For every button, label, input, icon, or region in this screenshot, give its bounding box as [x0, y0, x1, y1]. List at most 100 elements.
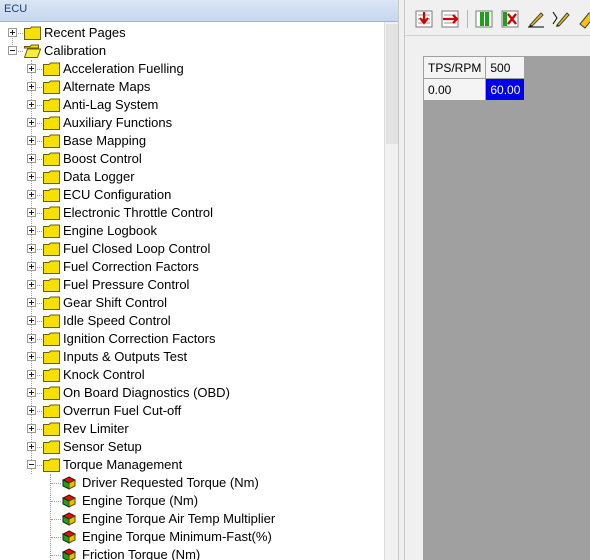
map-grid-area: TPS/RPM 500 0.00 60.00: [422, 56, 590, 560]
expand-icon[interactable]: [27, 172, 36, 181]
expand-icon[interactable]: [27, 280, 36, 289]
expand-icon[interactable]: [27, 424, 36, 433]
expand-icon[interactable]: [27, 388, 36, 397]
tree-leaf-label: Engine Torque (Nm): [82, 493, 199, 508]
expand-icon[interactable]: [8, 28, 17, 37]
expand-icon[interactable]: [27, 334, 36, 343]
tree-node-label: Anti-Lag System: [63, 97, 159, 112]
map-table: TPS/RPM 500 0.00 60.00: [422, 56, 526, 101]
tree-node-label: Sensor Setup: [63, 439, 142, 454]
map-cube-icon: [62, 548, 76, 560]
expand-icon[interactable]: [27, 262, 36, 271]
tree-node-label: Boost Control: [63, 151, 142, 166]
copy-icon[interactable]: [473, 8, 495, 30]
tree-node-label: Fuel Closed Loop Control: [63, 241, 211, 256]
vertical-scrollbar[interactable]: [384, 22, 398, 560]
expand-icon[interactable]: [27, 370, 36, 379]
folder-icon: [43, 278, 60, 292]
tree-node-label: Idle Speed Control: [63, 313, 171, 328]
folder-icon: [43, 440, 60, 454]
eraser-icon[interactable]: [577, 8, 590, 30]
tree-leaf-label: Engine Torque Air Temp Multiplier: [82, 511, 276, 526]
table-row-header[interactable]: 0.00: [422, 78, 487, 101]
table-column-header[interactable]: 500: [485, 56, 526, 79]
expand-icon[interactable]: [27, 406, 36, 415]
panel-title: ECU: [0, 0, 398, 22]
tree-node-label: ECU Configuration: [63, 187, 172, 202]
folder-icon: [43, 422, 60, 436]
import-icon[interactable]: [413, 8, 435, 30]
folder-icon: [43, 206, 60, 220]
folder-icon: [43, 98, 60, 112]
folder-icon: [43, 314, 60, 328]
tree-node-label: Calibration: [44, 43, 107, 58]
tree-node-label: Alternate Maps: [63, 79, 151, 94]
folder-icon: [43, 368, 60, 382]
delete-icon[interactable]: [499, 8, 521, 30]
tree-node-label: Acceleration Fuelling: [63, 61, 184, 76]
tree-leaf-label: Friction Torque (Nm): [82, 547, 201, 560]
table-cell[interactable]: 60.00: [485, 78, 526, 101]
export-icon[interactable]: [439, 8, 461, 30]
map-toolbar: [405, 4, 590, 36]
folder-icon: [43, 404, 60, 418]
folder-icon: [43, 458, 60, 472]
tree-node-label: Torque Management: [63, 457, 183, 472]
expand-icon[interactable]: [27, 352, 36, 361]
folder-icon: [24, 26, 41, 40]
expand-icon[interactable]: [27, 226, 36, 235]
folder-icon: [43, 332, 60, 346]
expand-icon[interactable]: [27, 208, 36, 217]
navigation-tree: Recent Pages Calibration Acceleration Fu…: [0, 24, 382, 560]
tree-node-label: Recent Pages: [44, 25, 126, 40]
tree-node-label: Gear Shift Control: [63, 295, 168, 310]
map-cube-icon: [62, 476, 76, 490]
expand-icon[interactable]: [27, 100, 36, 109]
folder-icon: [43, 116, 60, 130]
open-folder-icon: [24, 44, 41, 58]
toolbar-separator: [467, 10, 468, 28]
folder-icon: [43, 80, 60, 94]
map-editor-panel: TPS/RPM 500 0.00 60.00: [405, 0, 590, 560]
tree-node-label: Rev Limiter: [63, 421, 129, 436]
expand-icon[interactable]: [27, 244, 36, 253]
map-cube-icon: [62, 530, 76, 544]
tree-node-label: Fuel Correction Factors: [63, 259, 199, 274]
expand-icon[interactable]: [27, 298, 36, 307]
expand-icon[interactable]: [27, 154, 36, 163]
expand-icon[interactable]: [27, 64, 36, 73]
tree-node-label: Engine Logbook: [63, 223, 157, 238]
expand-icon[interactable]: [27, 136, 36, 145]
expand-icon[interactable]: [27, 118, 36, 127]
collapse-icon[interactable]: [8, 46, 17, 55]
tree-node-label: Overrun Fuel Cut-off: [63, 403, 182, 418]
expand-icon[interactable]: [27, 190, 36, 199]
expand-icon[interactable]: [27, 442, 36, 451]
panel-splitter[interactable]: [398, 0, 405, 560]
collapse-icon[interactable]: [27, 460, 36, 469]
folder-icon: [43, 62, 60, 76]
folder-icon: [43, 386, 60, 400]
folder-icon: [43, 296, 60, 310]
tree-node-label: Base Mapping: [63, 133, 147, 148]
folder-icon: [43, 152, 60, 166]
expand-icon[interactable]: [27, 316, 36, 325]
scrollbar-thumb[interactable]: [386, 24, 398, 144]
tree-node-label: On Board Diagnostics (OBD): [63, 385, 230, 400]
folder-icon: [43, 242, 60, 256]
tree-leaf-label: Engine Torque Minimum-Fast(%): [82, 529, 272, 544]
folder-icon: [43, 170, 60, 184]
tree-leaf-label: Driver Requested Torque (Nm): [82, 475, 259, 490]
map-cube-icon: [62, 494, 76, 508]
table-corner-label: TPS/RPM: [422, 56, 487, 79]
expand-icon[interactable]: [27, 82, 36, 91]
tree-node-label: Electronic Throttle Control: [63, 205, 214, 220]
folder-icon: [43, 260, 60, 274]
edit-icon[interactable]: [525, 8, 547, 30]
interpolate-icon[interactable]: [551, 8, 573, 30]
folder-icon: [43, 224, 60, 238]
folder-icon: [43, 188, 60, 202]
tree-node-label: Inputs & Outputs Test: [63, 349, 188, 364]
folder-icon: [43, 134, 60, 148]
folder-icon: [43, 350, 60, 364]
